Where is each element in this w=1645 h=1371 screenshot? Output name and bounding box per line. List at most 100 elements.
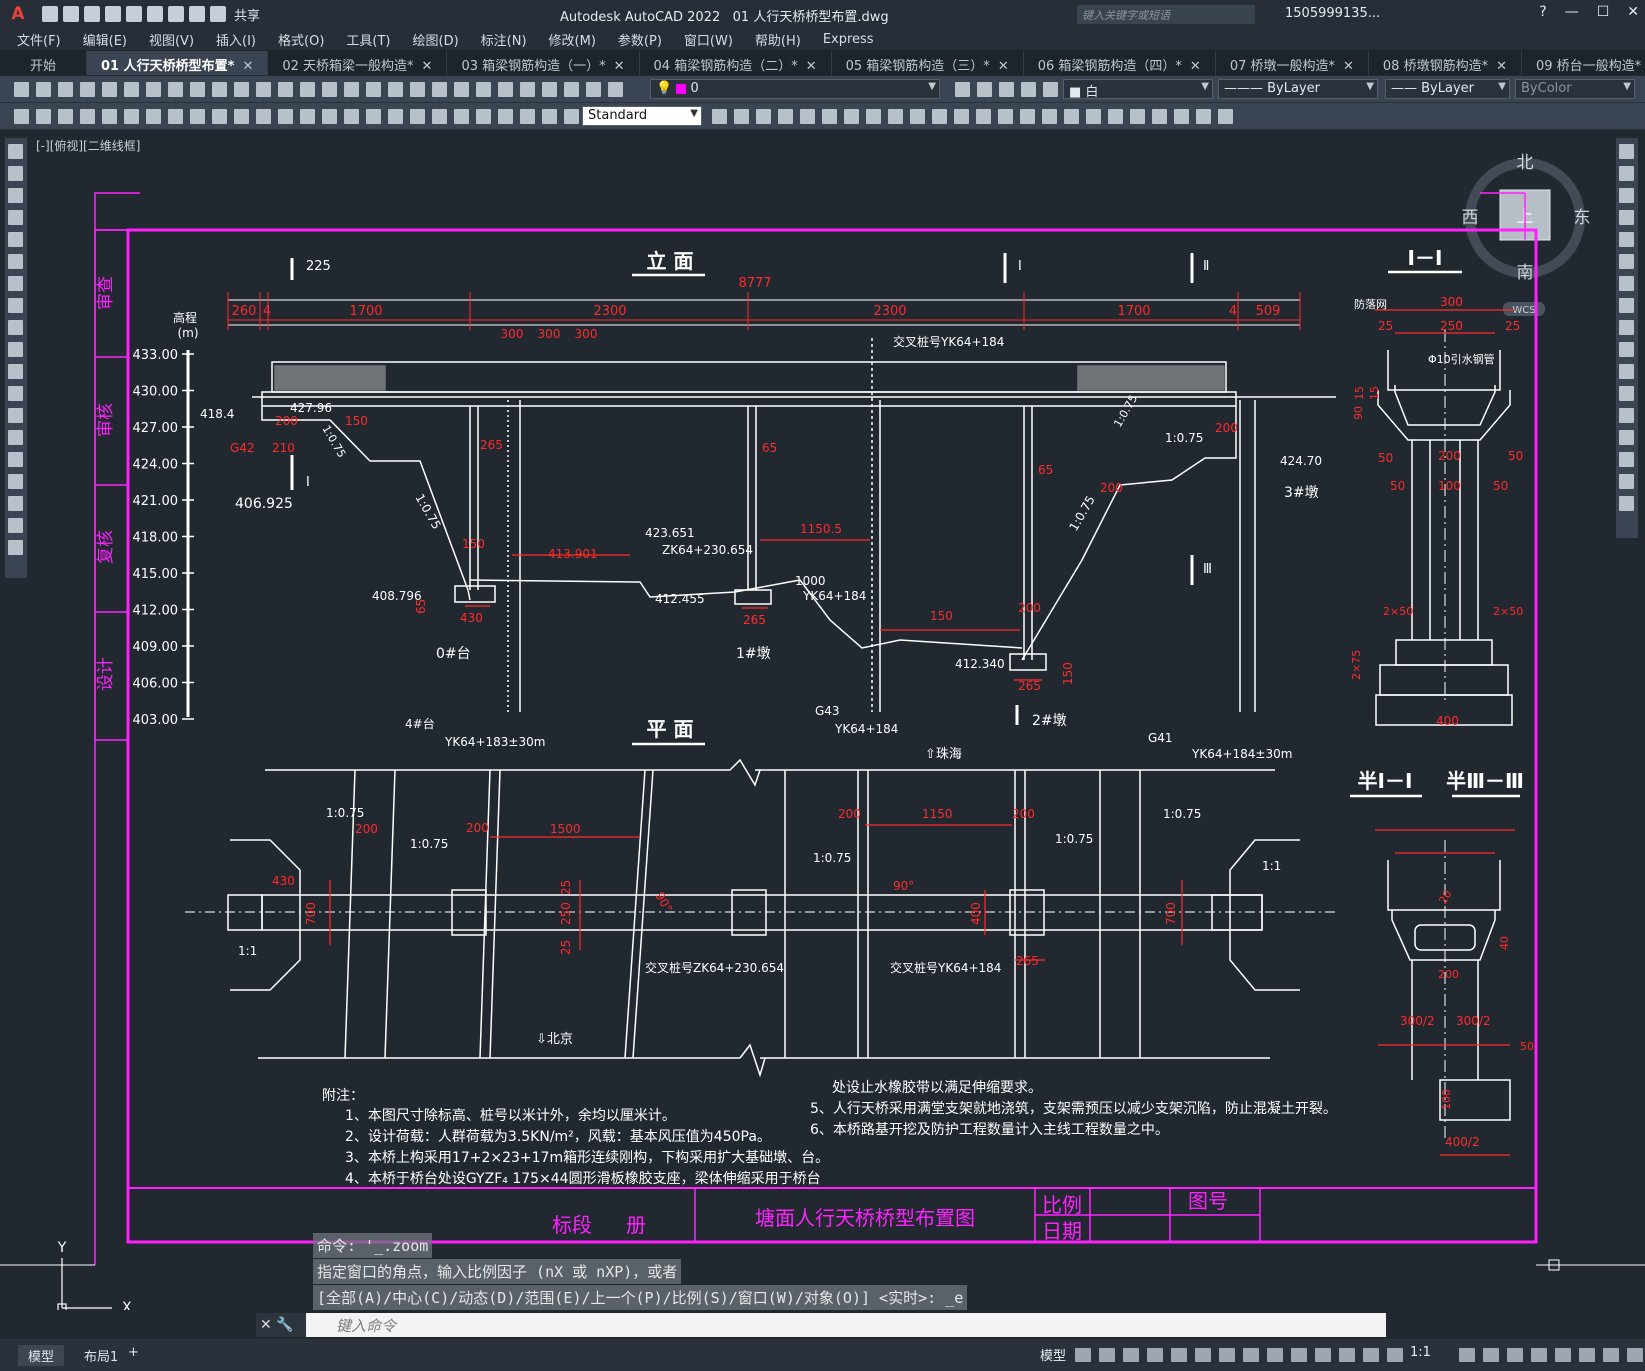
toolbar-tool-icon[interactable] xyxy=(542,82,557,97)
toolbar-tool-icon[interactable] xyxy=(564,82,579,97)
tab-close-icon[interactable]: ✕ xyxy=(1190,59,1201,74)
search-input[interactable]: 键入关键字或短语 xyxy=(1077,5,1255,24)
toolbar-tool-icon[interactable] xyxy=(977,82,992,97)
textstyle-dropdown[interactable]: Standard ▼ xyxy=(582,106,702,126)
menu-item-9[interactable]: 参数(P) xyxy=(618,30,662,49)
toolbar-tool-icon[interactable] xyxy=(888,109,903,124)
toolbar-tool-icon[interactable] xyxy=(212,109,227,124)
tab-3[interactable]: 03 箱梁钢筋构造（一）* ✕ xyxy=(447,51,640,75)
toolbar-tool-icon[interactable] xyxy=(366,109,381,124)
toolbar-tool-icon[interactable] xyxy=(998,109,1013,124)
toolbar-tool-icon[interactable] xyxy=(844,109,859,124)
status-toggle-icon[interactable] xyxy=(1627,1348,1643,1362)
status-toggle-icon[interactable] xyxy=(1123,1348,1139,1362)
toolbar-tool-icon[interactable] xyxy=(102,82,117,97)
tab-1[interactable]: 01 人行天桥桥型布置* ✕ xyxy=(87,51,269,75)
toolbar-tool-icon[interactable] xyxy=(432,82,447,97)
open-web-icon[interactable] xyxy=(126,6,142,22)
add-layout-icon[interactable]: + xyxy=(128,1345,139,1360)
toolbar-tool-icon[interactable] xyxy=(256,82,271,97)
toolbar-tool-icon[interactable] xyxy=(58,109,73,124)
toolbar-tool-icon[interactable] xyxy=(300,82,315,97)
toolbar-tool-icon[interactable] xyxy=(432,109,447,124)
status-toggle-icon[interactable] xyxy=(1387,1348,1403,1362)
toolbar-tool-icon[interactable] xyxy=(910,109,925,124)
toolbar-tool-icon[interactable] xyxy=(124,109,139,124)
menu-item-2[interactable]: 视图(V) xyxy=(149,30,194,49)
viewcube[interactable]: 上 北 南 西 东 WCS xyxy=(1462,153,1591,316)
viewcube-west[interactable]: 西 xyxy=(1462,208,1479,228)
toolbar-tool-icon[interactable] xyxy=(932,109,947,124)
toolbar-tool-icon[interactable] xyxy=(168,109,183,124)
plot-icon[interactable] xyxy=(168,6,184,22)
toolbar-tool-icon[interactable] xyxy=(1086,109,1101,124)
toolbar-tool-icon[interactable] xyxy=(190,109,205,124)
viewport-label[interactable]: [-][俯视][二维线框] xyxy=(36,138,140,153)
menu-item-3[interactable]: 插入(I) xyxy=(216,30,256,49)
toolbar-tool-icon[interactable] xyxy=(278,82,293,97)
menu-item-6[interactable]: 绘图(D) xyxy=(413,30,459,49)
status-toggle-icon[interactable] xyxy=(1099,1348,1115,1362)
toolbar-tool-icon[interactable] xyxy=(344,82,359,97)
menu-item-11[interactable]: 帮助(H) xyxy=(755,30,801,49)
status-toggle-icon[interactable] xyxy=(1243,1348,1259,1362)
command-line-controls[interactable]: ✕ 🔧 xyxy=(256,1313,306,1337)
toolbar-tool-icon[interactable] xyxy=(410,82,425,97)
status-toggle-icon[interactable] xyxy=(1555,1348,1571,1362)
toolbar-tool-icon[interactable] xyxy=(322,109,337,124)
help-icon[interactable]: ? xyxy=(1539,4,1546,20)
tab-9[interactable]: 09 桥台一般构造*✕ xyxy=(1522,51,1645,75)
toolbar-tool-icon[interactable] xyxy=(498,82,513,97)
status-toggle-icon[interactable] xyxy=(1219,1348,1235,1362)
toolbar-tool-icon[interactable] xyxy=(454,82,469,97)
status-toggle-icon[interactable] xyxy=(1267,1348,1283,1362)
tab-0[interactable]: 开始 xyxy=(0,51,88,75)
undo-icon[interactable] xyxy=(189,6,205,22)
menu-item-0[interactable]: 文件(F) xyxy=(17,30,61,49)
toolbar-tool-icon[interactable] xyxy=(1152,109,1167,124)
toolbar-tool-icon[interactable] xyxy=(1196,109,1211,124)
toolbar-tool-icon[interactable] xyxy=(976,109,991,124)
close-icon[interactable]: ✕ xyxy=(1627,4,1639,20)
toolbar-tool-icon[interactable] xyxy=(212,82,227,97)
plotstyle-dropdown[interactable]: ByColor ▼ xyxy=(1515,79,1635,99)
toolbar-tool-icon[interactable] xyxy=(124,82,139,97)
toolbar-tool-icon[interactable] xyxy=(1043,82,1058,97)
tab-close-icon[interactable]: ✕ xyxy=(806,59,817,74)
menu-item-12[interactable]: Express xyxy=(823,32,874,47)
toolbar-tool-icon[interactable] xyxy=(734,109,749,124)
status-toggle-icon[interactable] xyxy=(1147,1348,1163,1362)
annotation-scale[interactable]: 1:1 xyxy=(1410,1345,1431,1360)
toolbar-tool-icon[interactable] xyxy=(256,109,271,124)
tab-model[interactable]: 模型 xyxy=(18,1345,65,1366)
toolbar-tool-icon[interactable] xyxy=(476,82,491,97)
share-button[interactable]: 共享 xyxy=(234,5,260,24)
toolbar-tool-icon[interactable] xyxy=(14,109,29,124)
toolbar-tool-icon[interactable] xyxy=(1021,82,1036,97)
tab-4[interactable]: 04 箱梁钢筋构造（二）* ✕ xyxy=(640,51,832,75)
toolbar-tool-icon[interactable] xyxy=(999,82,1014,97)
status-toggle-icon[interactable] xyxy=(1579,1348,1595,1362)
toolbar-tool-icon[interactable] xyxy=(955,82,970,97)
toolbar-tool-icon[interactable] xyxy=(822,109,837,124)
maximize-icon[interactable]: ☐ xyxy=(1597,4,1610,20)
toolbar-tool-icon[interactable] xyxy=(1130,109,1145,124)
status-toggle-icon[interactable] xyxy=(1339,1348,1355,1362)
toolbar-tool-icon[interactable] xyxy=(388,109,403,124)
menu-item-5[interactable]: 工具(T) xyxy=(346,30,390,49)
toolbar-tool-icon[interactable] xyxy=(80,82,95,97)
user-account[interactable]: 1505999135... xyxy=(1285,6,1380,21)
status-toggle-icon[interactable] xyxy=(1291,1348,1307,1362)
toolbar-tool-icon[interactable] xyxy=(564,109,579,124)
tab-close-icon[interactable]: ✕ xyxy=(1343,59,1354,74)
command-line[interactable]: ✕ 🔧 键入命令 xyxy=(256,1313,1386,1337)
status-toggle-icon[interactable] xyxy=(1483,1348,1499,1362)
status-toggle-icon[interactable] xyxy=(1075,1348,1091,1362)
toolbar-tool-icon[interactable] xyxy=(234,82,249,97)
open-file-icon[interactable] xyxy=(63,6,79,22)
viewcube-north[interactable]: 北 xyxy=(1517,153,1534,173)
toolbar-tool-icon[interactable] xyxy=(800,109,815,124)
toolbar-tool-icon[interactable] xyxy=(300,109,315,124)
save-icon[interactable] xyxy=(84,6,100,22)
toolbar-tool-icon[interactable] xyxy=(1108,109,1123,124)
